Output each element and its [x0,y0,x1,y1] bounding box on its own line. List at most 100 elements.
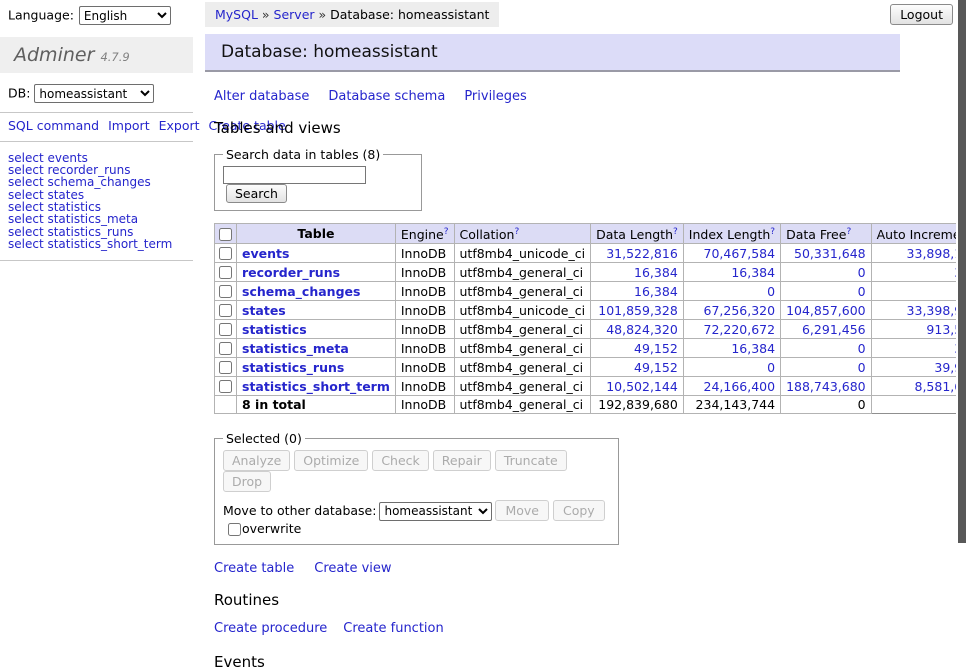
overwrite-option: overwrite [227,521,301,536]
data-free-value-link[interactable]: 0 [858,265,866,280]
data-free-value-link[interactable]: 0 [858,360,866,375]
row-checkbox[interactable] [219,285,232,298]
move-button[interactable]: Move [495,500,549,521]
overwrite-checkbox[interactable] [228,523,241,536]
table-link-recorder-runs[interactable]: recorder_runs [242,265,340,280]
selected-legend: Selected (0) [223,431,305,446]
create-table-link[interactable]: Create table [214,561,294,576]
sql-command-link[interactable]: SQL command [8,118,99,133]
select-statistics-runs-link[interactable]: select statistics_runs [8,226,185,238]
data-free-value-link[interactable]: 0 [858,284,866,299]
repair-button[interactable]: Repair [433,450,491,471]
select-schema-changes-link[interactable]: select schema_changes [8,176,185,188]
help-link-engine[interactable]: ? [444,227,449,237]
table-row-schema-changes: schema_changesInnoDButf8mb4_general_ci16… [215,282,966,301]
vertical-scrollbar[interactable] [956,0,966,543]
index-length-value-link[interactable]: 67,256,320 [704,303,776,318]
data-free-value-link[interactable]: 6,291,456 [802,322,866,337]
index-length-value-link[interactable]: 70,467,584 [704,246,776,261]
data-free-cell: 0 [781,263,872,282]
logout-button[interactable]: Logout [890,4,953,25]
collation-cell: utf8mb4_general_ci [454,377,591,396]
row-checkbox[interactable] [219,266,232,279]
index-length-cell: 72,220,672 [683,320,780,339]
analyze-button[interactable]: Analyze [223,450,290,471]
data-length-value-link[interactable]: 10,502,144 [606,379,678,394]
engine-cell: InnoDB [395,377,454,396]
index-length-value-link[interactable]: 0 [767,360,775,375]
auto-increment-cell: 378 [871,263,966,282]
create-procedure-link[interactable]: Create procedure [214,621,327,636]
sidebar: Language:English Adminer 4.7.9 DB:homeas… [0,0,193,261]
data-length-value-link[interactable]: 31,522,816 [606,246,678,261]
sidebar-action-links: SQL commandImportExportCreate table [0,113,160,141]
data-length-value-link[interactable]: 48,824,320 [606,322,678,337]
help-link-collation[interactable]: ? [514,227,519,237]
select-statistics-short-term-link[interactable]: select statistics_short_term [8,238,185,250]
table-link-schema-changes[interactable]: schema_changes [242,284,360,299]
table-link-events[interactable]: events [242,246,289,261]
data-free-cell: 6,291,456 [781,320,872,339]
language-select[interactable]: English [79,6,171,25]
row-checkbox[interactable] [219,361,232,374]
collation-cell: utf8mb4_general_ci [454,263,591,282]
row-checkbox[interactable] [219,304,232,317]
optimize-button[interactable]: Optimize [294,450,368,471]
table-link-statistics-runs[interactable]: statistics_runs [242,360,344,375]
data-length-value-link[interactable]: 49,152 [634,360,678,375]
total-cell [215,396,237,414]
row-checkbox[interactable] [219,323,232,336]
selected-fieldset: Selected (0) AnalyzeOptimizeCheckRepairT… [214,431,619,545]
privileges-link[interactable]: Privileges [464,89,527,104]
app-name-link[interactable]: Adminer [14,44,94,66]
breadcrumb-server-link[interactable]: Server [274,7,315,22]
copy-button[interactable]: Copy [553,500,605,521]
db-select[interactable]: homeassistant [34,84,154,103]
search-button[interactable]: Search [226,184,287,203]
table-link-statistics-meta[interactable]: statistics_meta [242,341,349,356]
index-length-value-link[interactable]: 16,384 [731,265,775,280]
help-link-data-length[interactable]: ? [673,227,678,237]
table-link-states[interactable]: states [242,303,286,318]
database-schema-link[interactable]: Database schema [328,89,445,104]
export-link[interactable]: Export [159,118,200,133]
data-free-value-link[interactable]: 104,857,600 [786,303,866,318]
index-length-value-link[interactable]: 0 [767,284,775,299]
data-free-value-link[interactable]: 188,743,680 [786,379,866,394]
data-length-value-link[interactable]: 16,384 [634,265,678,280]
breadcrumb-current: Database: homeassistant [330,7,489,22]
total-cell: 192,839,680 [591,396,684,414]
help-link-index-length[interactable]: ? [770,227,775,237]
data-length-value-link[interactable]: 49,152 [634,341,678,356]
drop-button[interactable]: Drop [223,471,271,492]
data-free-value-link[interactable]: 50,331,648 [794,246,866,261]
data-free-value-link[interactable]: 0 [858,341,866,356]
breadcrumb-mysql-link[interactable]: MySQL [215,7,258,22]
help-link-data-free[interactable]: ? [846,227,851,237]
data-length-value-link[interactable]: 16,384 [634,284,678,299]
total-cell: 234,143,744 [683,396,780,414]
row-checkbox[interactable] [219,342,232,355]
row-checkbox[interactable] [219,380,232,393]
sidebar-table-links: select eventsselect recorder_runsselect … [0,142,193,260]
create-view-link[interactable]: Create view [314,561,391,576]
row-checkbox[interactable] [219,247,232,260]
create-function-link[interactable]: Create function [343,621,443,636]
select-all-checkbox[interactable] [219,228,232,241]
index-length-value-link[interactable]: 72,220,672 [704,322,776,337]
index-length-value-link[interactable]: 16,384 [731,341,775,356]
data-length-value-link[interactable]: 101,859,328 [598,303,678,318]
import-link[interactable]: Import [108,118,150,133]
column-header-data-free: Data Free? [781,224,872,244]
move-db-select[interactable]: homeassistant [379,502,492,521]
data-length-cell: 101,859,328 [591,301,684,320]
table-link-statistics[interactable]: statistics [242,322,307,337]
truncate-button[interactable]: Truncate [495,450,567,471]
alter-database-link[interactable]: Alter database [214,89,309,104]
select-statistics-meta-link[interactable]: select statistics_meta [8,213,185,225]
search-input[interactable] [223,166,366,184]
column-header-engine: Engine? [395,224,454,244]
table-link-statistics-short-term[interactable]: statistics_short_term [242,379,390,394]
index-length-value-link[interactable]: 24,166,400 [704,379,776,394]
check-button[interactable]: Check [372,450,428,471]
